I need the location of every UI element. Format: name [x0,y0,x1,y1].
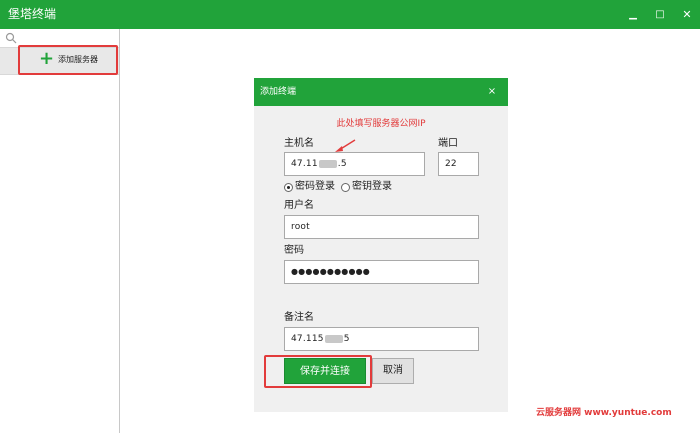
minimize-button[interactable]: ▁ [620,0,646,29]
remark-label: 备注名 [284,312,314,323]
add-terminal-dialog: 添加终端 × 此处填写服务器公网IP 主机名 47.11.5 端口 22 密码登… [254,78,508,412]
cancel-button[interactable]: 取消 [372,358,414,384]
search-icon[interactable] [5,32,17,44]
password-value: ●●●●●●●●●●● [291,267,370,276]
maximize-button[interactable]: □ [647,0,673,29]
port-value: 22 [445,159,457,169]
remark-input[interactable]: 47.115 5 [284,327,479,351]
save-and-connect-button[interactable]: 保存并连接 [284,358,366,384]
add-server-label: 添加服务器 [58,55,98,64]
key-login-radio[interactable] [341,183,350,192]
hostname-label: 主机名 [284,138,314,149]
dialog-close-button[interactable]: × [484,78,500,106]
username-label: 用户名 [284,200,314,211]
username-input[interactable]: root [284,215,479,239]
remark-value: 47.115 5 [291,334,350,344]
dialog-header: 添加终端 × [254,78,508,106]
add-server-button[interactable]: + 添加服务器 [0,47,119,75]
password-login-label[interactable]: 密码登录 [295,180,335,194]
app-titlebar: 堡塔终端 ▁ □ ✕ [0,0,700,29]
dialog-title: 添加终端 [260,87,297,97]
password-login-radio[interactable] [284,183,293,192]
plus-icon: + [39,48,55,69]
port-label: 端口 [438,138,458,149]
hostname-value: 47.11.5 [291,159,347,169]
password-input[interactable]: ●●●●●●●●●●● [284,260,479,284]
password-label: 密码 [284,245,304,256]
port-input[interactable]: 22 [438,152,479,176]
username-value: root [291,222,310,232]
ip-hint-text: 此处填写服务器公网IP [336,119,426,129]
key-login-label[interactable]: 密钥登录 [352,180,392,194]
close-window-button[interactable]: ✕ [674,0,700,29]
app-title: 堡塔终端 [8,7,57,21]
hostname-input[interactable]: 47.11.5 [284,152,425,176]
sidebar: + 添加服务器 [0,29,120,433]
site-watermark: 云服务器网 www.yuntue.com [536,408,672,418]
